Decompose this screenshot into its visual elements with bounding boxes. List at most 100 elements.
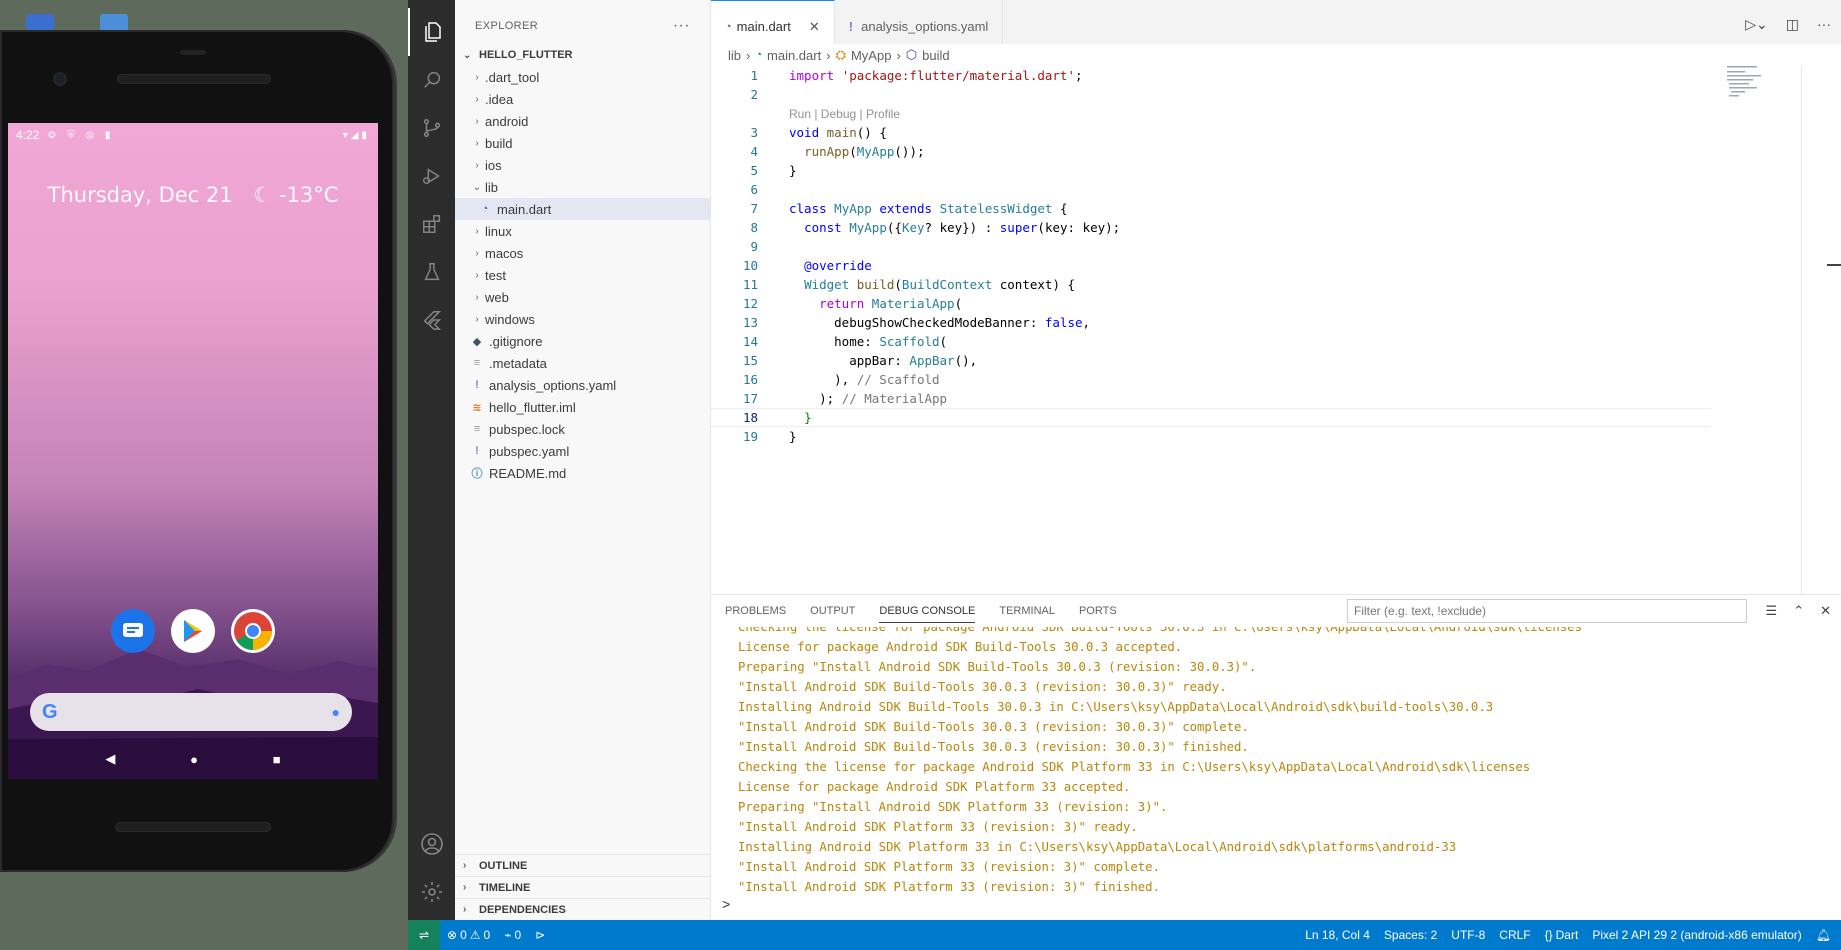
cursor-position[interactable]: Ln 18, Col 4 — [1298, 928, 1377, 942]
explorer-icon[interactable] — [408, 8, 455, 56]
clear-console-icon[interactable]: ☰ — [1766, 603, 1778, 619]
tree-item[interactable]: ⓘ README.md — [455, 462, 710, 484]
console-filter-input[interactable]: Filter (e.g. text, !exclude) — [1347, 599, 1747, 623]
recents-icon[interactable]: ■ — [273, 752, 281, 767]
tree-item[interactable]: ! pubspec.yaml — [455, 440, 710, 462]
notifications-bell-icon[interactable]: 🔔︎ — [1809, 928, 1841, 942]
tree-item-label: macos — [485, 245, 524, 261]
accounts-icon[interactable] — [408, 820, 455, 868]
google-search-bar[interactable]: G ● — [30, 693, 352, 731]
tree-item[interactable]: ≋ hello_flutter.iml — [455, 396, 710, 418]
scrollbar-cursor-marker[interactable] — [1827, 264, 1841, 266]
tree-item-label: analysis_options.yaml — [489, 377, 617, 393]
tab-debug-console[interactable]: DEBUG CONSOLE — [879, 605, 976, 623]
notification-icons: ⚙ ⛨ ◎ ▮ — [47, 129, 115, 141]
tree-item[interactable]: › windows — [455, 308, 710, 330]
run-debug-icon[interactable] — [408, 152, 455, 200]
code-editor[interactable]: 1 import 'package:flutter/material.dart';… — [711, 66, 1711, 446]
outline-section[interactable]: › OUTLINE — [455, 854, 710, 876]
console-line: License for package Android SDK Build-To… — [738, 640, 1183, 654]
tree-item[interactable]: ≡ pubspec.lock — [455, 418, 710, 440]
source-control-icon[interactable] — [408, 104, 455, 152]
warning-count: 0 — [483, 928, 491, 942]
console-line: "Install Android SDK Platform 33 (revisi… — [738, 880, 1160, 894]
phone-time: 4:22 — [16, 128, 40, 142]
breadcrumb-item[interactable]: main.dart — [767, 48, 821, 63]
breadcrumb-item[interactable]: build — [922, 48, 949, 63]
tab-terminal[interactable]: TERMINAL — [999, 605, 1055, 617]
tree-item[interactable]: › macos — [455, 242, 710, 264]
tab-label: analysis_options.yaml — [861, 18, 989, 34]
tree-item[interactable]: ◆ .gitignore — [455, 330, 710, 352]
device-selector[interactable]: Pixel 2 API 29 2 (android-x86 emulator) — [1585, 928, 1808, 942]
maximize-panel-icon[interactable]: ⌃ — [1793, 603, 1804, 619]
tree-item[interactable]: › .idea — [455, 88, 710, 110]
remote-indicator-icon[interactable]: ⇌ — [408, 920, 440, 950]
tab-output[interactable]: OUTPUT — [810, 605, 855, 617]
workspace-root[interactable]: ⌄ HELLO_FLUTTER — [455, 44, 710, 66]
tree-item-label: test — [485, 267, 506, 283]
class-icon: ⛭ — [835, 47, 846, 62]
breadcrumb-item[interactable]: lib — [728, 48, 741, 63]
debug-status-icon[interactable]: ⊳ — [528, 928, 552, 942]
more-actions-icon[interactable]: ··· — [673, 17, 690, 35]
console-prompt[interactable]: > — [722, 896, 730, 912]
tree-item[interactable]: › linux — [455, 220, 710, 242]
phone-screen[interactable]: 4:22 ⚙ ⛨ ◎ ▮ ▾◢▮ Thursday, Dec 21 ☾ -13°… — [8, 123, 378, 779]
tree-item[interactable]: › .dart_tool — [455, 66, 710, 88]
tree-item[interactable]: ! analysis_options.yaml — [455, 374, 710, 396]
error-count: 0 — [460, 928, 467, 942]
run-icon[interactable]: ▷⌄ — [1745, 16, 1768, 33]
messages-app-icon[interactable] — [111, 609, 155, 653]
tree-item[interactable]: › test — [455, 264, 710, 286]
tree-item[interactable]: › build — [455, 132, 710, 154]
dependencies-section[interactable]: › DEPENDENCIES — [455, 898, 710, 920]
tree-item[interactable]: › android — [455, 110, 710, 132]
tree-item[interactable]: › web — [455, 286, 710, 308]
codelens-run-debug[interactable]: Run | Debug | Profile — [711, 104, 1711, 123]
play-store-icon[interactable] — [171, 609, 215, 653]
dart-file-icon: ◔ — [481, 203, 489, 215]
settings-gear-icon[interactable] — [408, 868, 455, 916]
tree-item[interactable]: ≡ .metadata — [455, 352, 710, 374]
tree-item[interactable]: › ios — [455, 154, 710, 176]
language-mode[interactable]: {} Dart — [1538, 928, 1586, 942]
breadcrumb-item[interactable]: MyApp — [851, 48, 891, 63]
encoding[interactable]: UTF-8 — [1444, 928, 1492, 942]
glance-widget[interactable]: Thursday, Dec 21 ☾ -13°C — [8, 183, 378, 207]
minimap[interactable] — [1727, 66, 1767, 106]
problems-status[interactable]: ⊗ 0 ⚠ 0 — [440, 928, 497, 942]
activity-bar — [408, 0, 455, 920]
end-of-line[interactable]: CRLF — [1492, 928, 1537, 942]
more-actions-icon[interactable]: ··· — [1817, 16, 1831, 33]
split-editor-icon[interactable]: ◫ — [1786, 16, 1799, 33]
tree-item-label: main.dart — [497, 201, 552, 217]
lines-file-icon: ≡ — [473, 357, 481, 369]
ports-status[interactable]: ⌁ 0 — [497, 928, 528, 942]
debug-console-output[interactable]: Checking the license for package Android… — [711, 627, 1841, 903]
chrome-icon[interactable] — [231, 609, 275, 653]
tab-problems[interactable]: PROBLEMS — [725, 605, 786, 617]
lines-file-icon: ≡ — [473, 423, 481, 435]
timeline-section[interactable]: › TIMELINE — [455, 876, 710, 898]
extensions-icon[interactable] — [408, 200, 455, 248]
close-icon[interactable]: ✕ — [809, 19, 820, 35]
chevron-right-icon: › — [475, 115, 479, 127]
tree-item-label: .gitignore — [489, 333, 543, 349]
git-file-icon: ◆ — [472, 335, 482, 348]
back-icon[interactable]: ◀ — [105, 751, 115, 767]
tree-item-label: pubspec.lock — [489, 421, 565, 437]
flutter-icon[interactable] — [408, 296, 455, 344]
home-icon[interactable]: ● — [190, 752, 198, 767]
indentation[interactable]: Spaces: 2 — [1377, 928, 1444, 942]
close-panel-icon[interactable]: ✕ — [1820, 603, 1831, 619]
testing-icon[interactable] — [408, 248, 455, 296]
tree-item[interactable]: ◔ main.dart — [455, 198, 710, 220]
tree-item[interactable]: ⌄ lib — [455, 176, 710, 198]
tree-item-label: windows — [485, 311, 535, 327]
search-icon[interactable] — [408, 56, 455, 104]
assistant-icon[interactable]: ● — [332, 704, 340, 720]
tab-ports[interactable]: PORTS — [1079, 605, 1117, 617]
chevron-right-icon: › — [463, 904, 467, 915]
earpiece — [180, 50, 206, 55]
